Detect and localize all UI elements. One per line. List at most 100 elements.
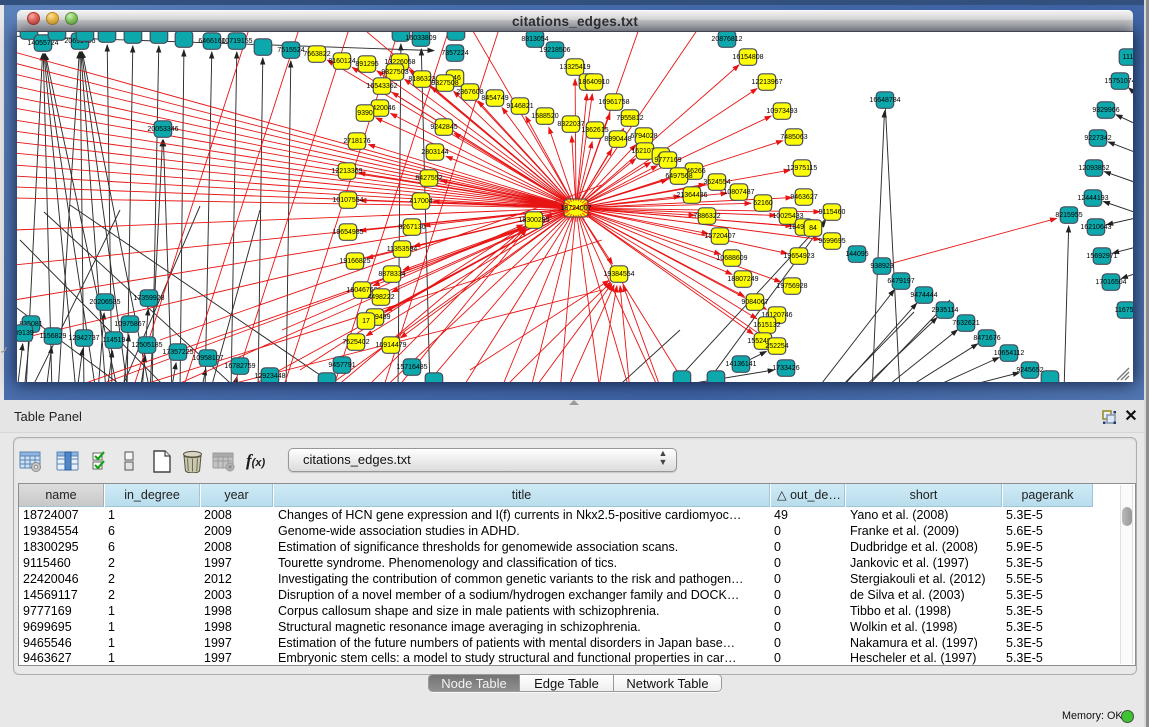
svg-text:19166825: 19166825 bbox=[339, 258, 370, 265]
svg-text:18300295: 18300295 bbox=[518, 217, 549, 224]
svg-text:16914479: 16914479 bbox=[375, 342, 406, 349]
svg-text:252254: 252254 bbox=[765, 343, 788, 350]
svg-text:15692971: 15692971 bbox=[1086, 253, 1117, 260]
svg-text:6497568: 6497568 bbox=[665, 173, 692, 180]
svg-text:10807487: 10807487 bbox=[723, 189, 754, 196]
svg-text:10958107: 10958107 bbox=[192, 355, 223, 362]
svg-text:10975867: 10975867 bbox=[114, 321, 145, 328]
svg-text:9146821: 9146821 bbox=[506, 103, 533, 110]
svg-text:84: 84 bbox=[809, 225, 817, 232]
svg-text:9777169: 9777169 bbox=[654, 157, 681, 164]
svg-text:20053346: 20053346 bbox=[147, 126, 178, 133]
svg-text:15716485: 15716485 bbox=[396, 364, 427, 371]
svg-text:10973493: 10973493 bbox=[766, 108, 797, 115]
svg-text:9699695: 9699695 bbox=[818, 238, 845, 245]
svg-text:10654112: 10654112 bbox=[994, 350, 1025, 357]
svg-text:17016504: 17016504 bbox=[1095, 279, 1126, 286]
svg-text:17359928: 17359928 bbox=[133, 295, 164, 302]
svg-text:1156829: 1156829 bbox=[40, 333, 67, 340]
svg-text:12213967: 12213967 bbox=[751, 79, 782, 86]
svg-text:3624554: 3624554 bbox=[703, 179, 730, 186]
svg-text:1733426: 1733426 bbox=[772, 365, 799, 372]
svg-text:1362615: 1362615 bbox=[581, 127, 608, 134]
svg-text:9390: 9390 bbox=[357, 110, 373, 117]
svg-text:15751074: 15751074 bbox=[1104, 78, 1133, 85]
svg-text:16648784: 16648784 bbox=[869, 97, 900, 104]
svg-text:39139: 39139 bbox=[17, 330, 34, 337]
svg-text:7886322: 7886322 bbox=[693, 213, 720, 220]
svg-text:2718176: 2718176 bbox=[343, 138, 370, 145]
svg-text:16210643: 16210643 bbox=[1080, 224, 1111, 231]
svg-text:18807249: 18807249 bbox=[727, 276, 758, 283]
svg-text:20206535: 20206535 bbox=[89, 299, 120, 306]
svg-text:9327503: 9327503 bbox=[381, 69, 408, 76]
svg-text:8267130: 8267130 bbox=[398, 224, 425, 231]
svg-text:8427552: 8427552 bbox=[415, 175, 442, 182]
svg-text:7663822: 7663822 bbox=[303, 51, 330, 58]
svg-text:12093852: 12093852 bbox=[1078, 165, 1109, 172]
svg-text:18724007: 18724007 bbox=[560, 205, 591, 212]
svg-text:18640910: 18640910 bbox=[578, 79, 609, 86]
svg-text:16154808: 16154808 bbox=[732, 54, 763, 61]
svg-text:12213369: 12213369 bbox=[331, 168, 362, 175]
svg-text:16033809: 16033809 bbox=[405, 35, 436, 42]
svg-text:10107554: 10107554 bbox=[332, 197, 363, 204]
svg-text:17357225: 17357225 bbox=[162, 349, 193, 356]
svg-text:8160124: 8160124 bbox=[328, 58, 355, 65]
svg-text:9474444: 9474444 bbox=[910, 292, 937, 299]
svg-text:2935114: 2935114 bbox=[932, 307, 959, 314]
svg-text:12505185: 12505185 bbox=[131, 342, 162, 349]
svg-text:10688609: 10688609 bbox=[716, 255, 747, 262]
svg-text:9115460: 9115460 bbox=[819, 209, 846, 216]
svg-text:13325419: 13325419 bbox=[559, 64, 590, 71]
svg-text:7357224: 7357224 bbox=[441, 50, 468, 57]
svg-text:1615132: 1615132 bbox=[753, 322, 780, 329]
svg-text:20876812: 20876812 bbox=[711, 36, 742, 43]
svg-text:8990448: 8990448 bbox=[604, 136, 631, 143]
svg-text:19218506: 19218506 bbox=[539, 47, 570, 54]
svg-text:111: 111 bbox=[1123, 54, 1133, 61]
svg-text:8215955: 8215955 bbox=[1055, 212, 1082, 219]
svg-text:12975115: 12975115 bbox=[787, 165, 818, 172]
svg-text:8813054: 8813054 bbox=[521, 36, 548, 43]
svg-text:12444193: 12444193 bbox=[1077, 195, 1108, 202]
svg-text:9327508: 9327508 bbox=[431, 80, 458, 87]
svg-text:62160: 62160 bbox=[753, 200, 773, 207]
svg-text:1588520: 1588520 bbox=[531, 113, 558, 120]
svg-text:144095: 144095 bbox=[845, 251, 868, 258]
svg-text:8471676: 8471676 bbox=[973, 335, 1000, 342]
svg-text:21364436: 21364436 bbox=[676, 192, 707, 199]
svg-text:14055724: 14055724 bbox=[27, 40, 58, 47]
svg-text:7632621: 7632621 bbox=[952, 320, 979, 327]
svg-text:8878334: 8878334 bbox=[378, 271, 405, 278]
svg-text:16543362: 16543362 bbox=[366, 83, 397, 90]
svg-text:9242845: 9242845 bbox=[430, 124, 457, 131]
svg-text:9463627: 9463627 bbox=[790, 194, 817, 201]
svg-text:16961758: 16961758 bbox=[598, 99, 629, 106]
svg-text:19654923: 19654923 bbox=[783, 253, 814, 260]
svg-text:7515524: 7515524 bbox=[277, 47, 304, 54]
svg-text:6794028: 6794028 bbox=[630, 133, 657, 140]
svg-text:114519: 114519 bbox=[103, 337, 126, 344]
svg-text:7485063: 7485063 bbox=[780, 134, 807, 141]
svg-text:8454749: 8454749 bbox=[481, 95, 508, 102]
svg-text:7625402: 7625402 bbox=[342, 339, 369, 346]
svg-text:7955812: 7955812 bbox=[616, 115, 643, 122]
svg-text:116753: 116753 bbox=[1115, 307, 1133, 314]
svg-text:17: 17 bbox=[362, 318, 370, 325]
svg-text:12942737: 12942737 bbox=[68, 335, 99, 342]
svg-text:14136141: 14136141 bbox=[725, 361, 756, 368]
svg-text:19384554: 19384554 bbox=[603, 271, 634, 278]
svg-text:9227342: 9227342 bbox=[1084, 135, 1111, 142]
svg-text:9457791: 9457791 bbox=[328, 362, 355, 369]
svg-text:4498222: 4498222 bbox=[367, 294, 394, 301]
svg-text:6479197: 6479197 bbox=[887, 278, 914, 285]
svg-text:417004: 417004 bbox=[409, 198, 432, 205]
svg-text:9329966: 9329966 bbox=[1092, 107, 1119, 114]
svg-text:9245652: 9245652 bbox=[1016, 367, 1043, 374]
svg-text:15720407: 15720407 bbox=[704, 233, 735, 240]
svg-text:10719155: 10719155 bbox=[221, 38, 252, 45]
svg-text:19654985: 19654985 bbox=[332, 229, 363, 236]
svg-text:2367608: 2367608 bbox=[456, 89, 483, 96]
svg-text:12923448: 12923448 bbox=[254, 373, 285, 380]
